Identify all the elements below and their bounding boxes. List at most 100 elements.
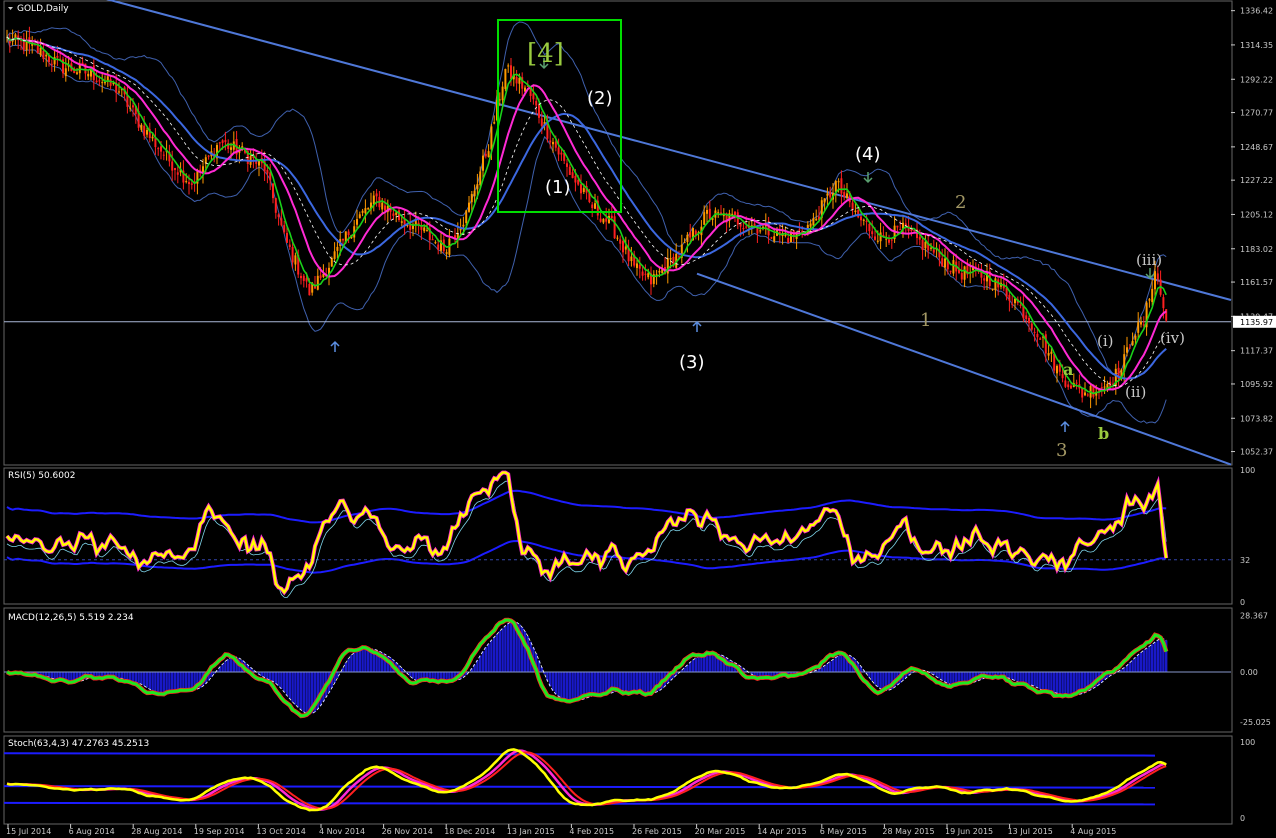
- candle-body: [1019, 304, 1022, 306]
- candle-body: [638, 264, 641, 269]
- candle-body: [118, 91, 120, 93]
- rsi-signal: [6, 480, 1167, 599]
- candle-body: [834, 180, 837, 192]
- candle-body: [465, 210, 468, 223]
- candle-body: [1126, 347, 1128, 353]
- candle-body: [753, 223, 756, 226]
- candle-body: [188, 182, 190, 185]
- date-tick-label: 19 Sep 2014: [194, 827, 245, 836]
- candle-body: [1008, 294, 1011, 301]
- candle-body: [613, 216, 616, 239]
- price-tick-label: 1095.92: [1240, 380, 1273, 389]
- candle-body: [568, 166, 571, 175]
- price-tick-label: 1292.22: [1240, 75, 1273, 84]
- candle-body: [437, 244, 440, 250]
- macd-title: MACD(12,26,5) 5.519 2.234: [8, 613, 134, 623]
- wave-label: b: [1098, 424, 1109, 443]
- price-tick-label: 1183.02: [1240, 245, 1273, 254]
- indicator-tick-label: 100: [1240, 738, 1255, 747]
- turning-point-arrow-icon: [692, 320, 702, 332]
- price-tick-label: 1227.22: [1240, 176, 1273, 185]
- candle-body: [1039, 338, 1042, 340]
- candle-body: [336, 246, 339, 251]
- wave-label: (ii): [1125, 383, 1146, 401]
- candle-body: [644, 273, 647, 275]
- indicator-tick-label: 32: [1240, 556, 1250, 565]
- candle-body: [918, 236, 921, 240]
- candle-body: [843, 192, 846, 197]
- candle-body: [470, 194, 473, 203]
- price-tick-label: 1161.57: [1240, 278, 1273, 287]
- candle-body: [624, 246, 627, 250]
- candle-body: [605, 218, 608, 222]
- candle-body: [162, 154, 165, 156]
- channel-upper-line: [106, 0, 1232, 301]
- wave-label: (iii): [1136, 251, 1162, 269]
- candle-body: [361, 210, 364, 213]
- candle-body: [1140, 321, 1142, 325]
- candle-body: [1050, 351, 1053, 354]
- candle-body: [930, 247, 932, 249]
- candle-body: [560, 152, 563, 155]
- candle-body: [854, 210, 857, 213]
- date-tick-label: 26 Feb 2015: [632, 827, 682, 836]
- candle-body: [305, 278, 308, 282]
- candle-body: [501, 86, 504, 101]
- candle-body: [1047, 353, 1050, 356]
- candle-body: [101, 82, 104, 84]
- candle-body: [518, 77, 521, 84]
- candle-body: [1154, 271, 1156, 290]
- candle-body: [885, 238, 888, 240]
- candle-body: [932, 249, 935, 253]
- candle-body: [594, 203, 596, 209]
- candle-body: [868, 223, 871, 232]
- candle-body: [221, 140, 224, 143]
- candle-body: [1156, 273, 1159, 280]
- wave-label: 1: [920, 310, 931, 331]
- menu-caret-icon[interactable]: [8, 7, 13, 10]
- candle-body: [498, 99, 501, 101]
- wave-label: (i): [1097, 332, 1114, 350]
- price-tick-label: 1052.37: [1240, 448, 1273, 457]
- candle-body: [546, 124, 549, 139]
- candle-body: [532, 93, 535, 100]
- candle-body: [571, 172, 574, 179]
- candle-body: [504, 69, 507, 90]
- candle-body: [381, 202, 384, 210]
- candle-body: [330, 257, 333, 267]
- candle-body: [924, 241, 927, 249]
- candle-body: [703, 212, 706, 225]
- candle-body: [1134, 335, 1137, 340]
- candle-body: [157, 148, 160, 150]
- candle-body: [535, 100, 538, 106]
- candle-body: [224, 140, 227, 142]
- candle-body: [1131, 340, 1134, 346]
- candle-body: [1011, 303, 1014, 305]
- candle-body: [540, 118, 543, 126]
- candle-body: [482, 155, 484, 171]
- candle-body: [636, 263, 638, 268]
- candle-body: [146, 130, 148, 135]
- candle-body: [367, 208, 370, 210]
- date-tick-label: 14 Apr 2015: [757, 827, 806, 836]
- candle-body: [630, 256, 633, 262]
- candle-body: [459, 229, 462, 231]
- candle-body: [190, 183, 193, 185]
- candle-body: [479, 171, 482, 186]
- axes: 1336.42 1314.35 1292.22 1270.77 1248.67 1227.…: [6, 7, 1276, 836]
- candle-body: [98, 80, 101, 82]
- candle-body: [283, 225, 286, 233]
- candle-body: [921, 239, 924, 250]
- price-tick-label: 1270.77: [1240, 109, 1273, 118]
- candle-body: [641, 271, 644, 276]
- candle-body: [1086, 394, 1089, 396]
- candle-body: [1036, 333, 1039, 338]
- candle-body: [963, 266, 966, 280]
- price-tick-label: 1248.67: [1240, 143, 1273, 152]
- candle-body: [549, 140, 552, 143]
- rsi-band-upper: [6, 489, 1167, 524]
- candle-body: [473, 190, 476, 197]
- candle-body: [342, 238, 344, 241]
- candle-body: [860, 216, 862, 221]
- candle-body: [874, 236, 876, 240]
